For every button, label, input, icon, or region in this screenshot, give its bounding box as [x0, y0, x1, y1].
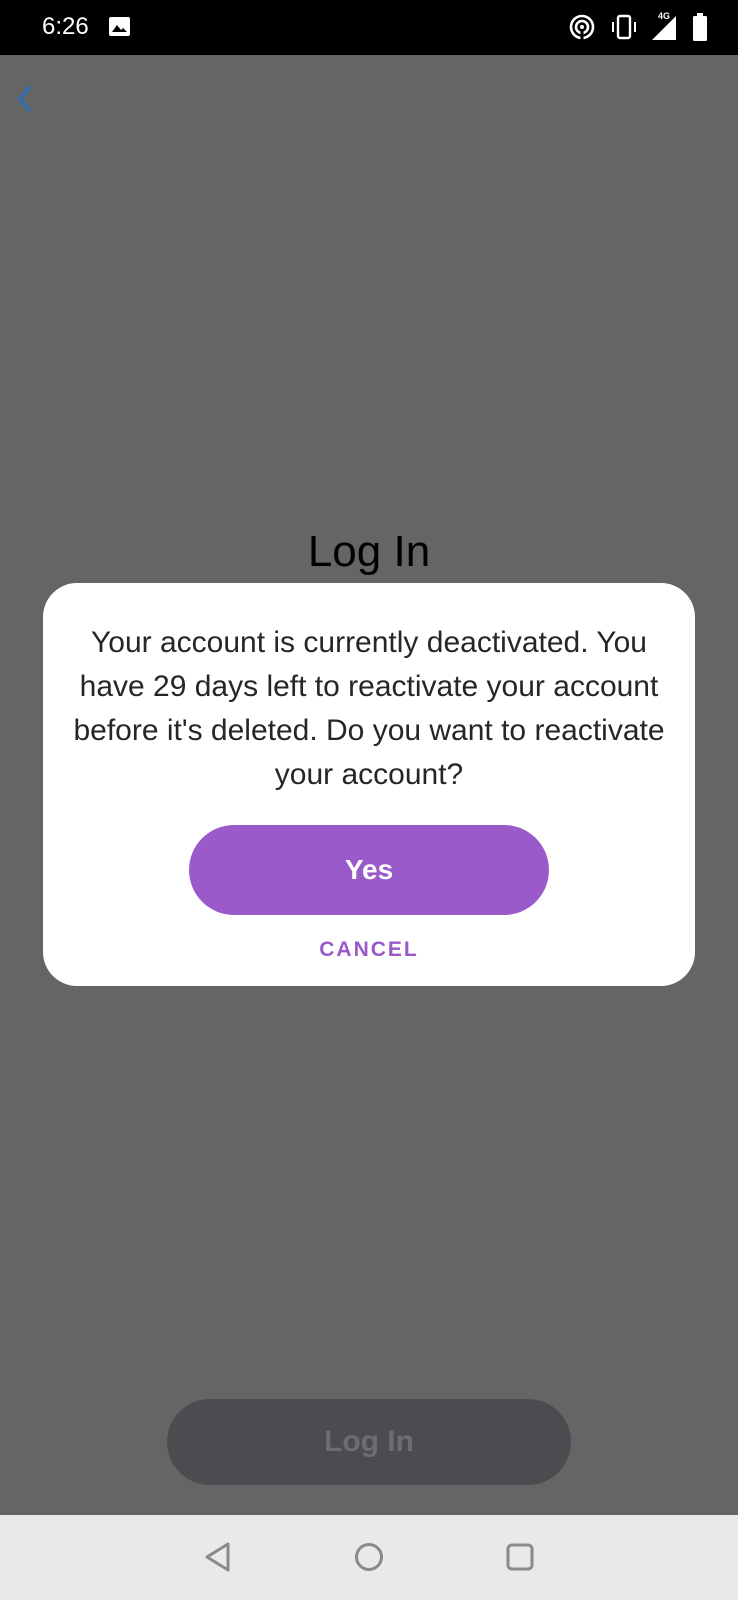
back-button[interactable] [10, 79, 38, 119]
gallery-icon [109, 17, 130, 36]
signal-icon: 4G [652, 11, 678, 40]
nav-recents-button[interactable] [498, 1535, 542, 1579]
nav-home-button[interactable] [347, 1535, 391, 1579]
recents-square-icon [506, 1543, 534, 1571]
status-time: 6:26 [42, 13, 89, 40]
vibrate-icon [612, 14, 636, 40]
status-icons: 4G [568, 11, 708, 42]
reactivate-account-dialog: Your account is currently deactivated. Y… [43, 583, 695, 986]
chevron-left-icon [18, 86, 31, 112]
back-triangle-icon [205, 1542, 230, 1572]
dialog-message: Your account is currently deactivated. Y… [73, 626, 665, 791]
login-button[interactable]: Log In [167, 1399, 571, 1485]
yes-button[interactable]: Yes [189, 825, 549, 915]
hotspot-icon [569, 14, 595, 41]
home-circle-icon [355, 1543, 383, 1571]
navigation-bar [0, 1515, 738, 1600]
status-bar: 6:26 4G [0, 0, 738, 55]
nav-back-button[interactable] [196, 1535, 240, 1579]
page-title: Log In [307, 527, 431, 576]
cancel-button[interactable]: CANCEL [269, 935, 469, 965]
battery-icon [693, 13, 707, 41]
